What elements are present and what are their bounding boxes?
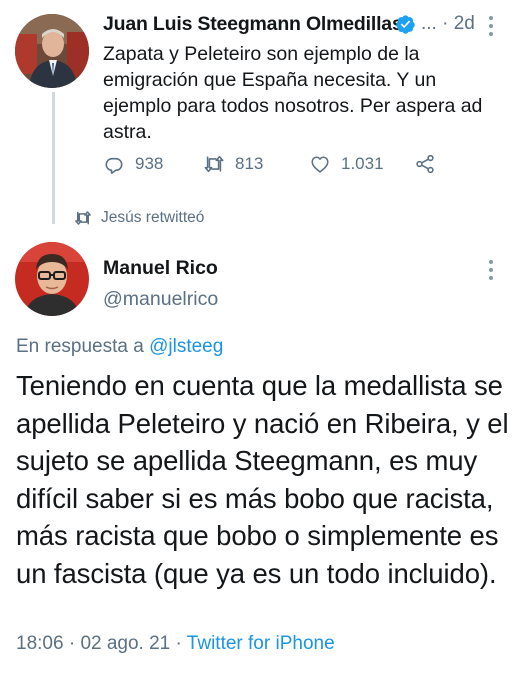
share-button[interactable] xyxy=(414,153,446,175)
client-link[interactable]: Twitter for iPhone xyxy=(187,633,335,654)
share-icon xyxy=(416,154,434,174)
like-count: 1.031 xyxy=(341,154,384,173)
profile-photo-icon xyxy=(15,242,89,316)
tweet-text: Teniendo en cuenta que la medallista se … xyxy=(16,370,509,589)
reply-icon xyxy=(105,157,123,174)
avatar[interactable] xyxy=(15,242,89,316)
more-options-icon[interactable] xyxy=(488,16,494,36)
tweet-time: 18:06 xyxy=(16,633,64,654)
tweet-time[interactable]: 2d xyxy=(454,13,475,34)
retweet-notice-text: Jesús retwitteó xyxy=(101,209,205,226)
reply-button[interactable]: 938 xyxy=(103,153,163,175)
retweet-notice[interactable]: Jesús retwitteó xyxy=(74,209,204,227)
retweet-icon xyxy=(75,211,91,225)
author-handle[interactable]: @manuelrico xyxy=(103,288,218,311)
footer-separator: · xyxy=(68,633,76,654)
retweet-count: 813 xyxy=(235,154,264,173)
meta-separator: · xyxy=(442,13,449,34)
retweet-button[interactable]: 813 xyxy=(203,153,263,175)
tweet-footer: 18:06 · 02 ago. 21 · Twitter for iPhone xyxy=(16,633,335,655)
tweet-text: Zapata y Peleteiro son ejemplo de la emi… xyxy=(103,43,483,143)
reply-count: 938 xyxy=(135,154,164,173)
more-options-icon[interactable] xyxy=(488,260,494,280)
author-name[interactable]: Manuel Rico xyxy=(103,257,218,280)
retweet-icon xyxy=(204,155,224,173)
name-truncation: ... xyxy=(421,13,437,34)
reply-context: En respuesta a @jlsteeg xyxy=(16,336,223,358)
profile-photo-icon xyxy=(15,14,89,88)
like-button[interactable]: 1.031 xyxy=(309,153,384,175)
footer-separator: · xyxy=(175,633,182,654)
tweet-meta: ... · 2d xyxy=(421,13,475,35)
reply-prefix: En respuesta a xyxy=(16,336,150,357)
tweet-date[interactable]: 02 ago. 21 xyxy=(80,633,170,654)
heart-icon xyxy=(311,156,329,173)
thread-connector-line xyxy=(52,92,55,224)
author-name[interactable]: Juan Luis Steegmann Olmedillas xyxy=(103,13,403,36)
avatar[interactable] xyxy=(15,14,89,88)
verified-badge-icon xyxy=(396,15,415,34)
reply-mention-link[interactable]: @jlsteeg xyxy=(149,336,223,357)
tweet-actions: 938 813 1.031 xyxy=(103,153,503,181)
